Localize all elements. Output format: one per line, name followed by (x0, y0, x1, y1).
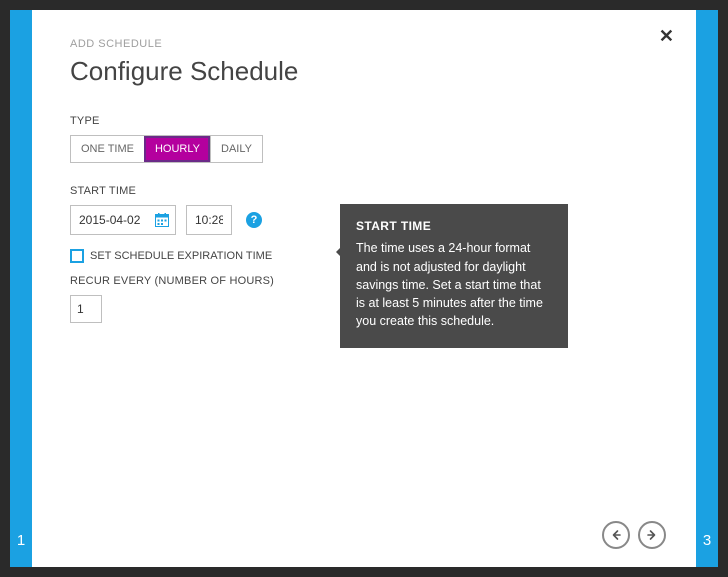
recur-input[interactable] (70, 295, 102, 323)
type-option-one-time[interactable]: ONE TIME (71, 136, 144, 162)
expiration-checkbox[interactable] (70, 249, 84, 263)
nav-arrows (602, 521, 666, 549)
start-time-label: START TIME (70, 185, 658, 197)
date-input-wrap (70, 205, 176, 235)
step-band-left[interactable]: 1 (10, 10, 32, 567)
tooltip-body: The time uses a 24-hour format and is no… (356, 239, 552, 330)
main-panel: ✕ ADD SCHEDULE Configure Schedule TYPE O… (32, 10, 696, 567)
dialog-frame: 1 ✕ ADD SCHEDULE Configure Schedule TYPE… (0, 0, 728, 577)
type-selector: ONE TIME HOURLY DAILY (70, 135, 263, 163)
step-number-right: 3 (696, 532, 718, 549)
arrow-right-icon (646, 529, 658, 541)
type-label: TYPE (70, 115, 658, 127)
close-button[interactable]: ✕ (659, 26, 674, 47)
step-number-left: 1 (10, 532, 32, 549)
type-option-hourly[interactable]: HOURLY (144, 136, 210, 162)
next-button[interactable] (638, 521, 666, 549)
expiration-label: SET SCHEDULE EXPIRATION TIME (90, 250, 272, 262)
page-title: Configure Schedule (70, 56, 658, 87)
arrow-left-icon (610, 529, 622, 541)
step-band-right[interactable]: 3 (696, 10, 718, 567)
type-option-daily[interactable]: DAILY (210, 136, 262, 162)
calendar-icon[interactable] (149, 206, 175, 234)
breadcrumb: ADD SCHEDULE (70, 38, 658, 50)
help-icon[interactable]: ? (246, 212, 262, 228)
back-button[interactable] (602, 521, 630, 549)
time-input-wrap (186, 205, 232, 235)
date-input[interactable] (71, 206, 149, 234)
tooltip-title: START TIME (356, 218, 552, 235)
start-time-tooltip: START TIME The time uses a 24-hour forma… (340, 204, 568, 348)
time-input[interactable] (187, 206, 231, 234)
